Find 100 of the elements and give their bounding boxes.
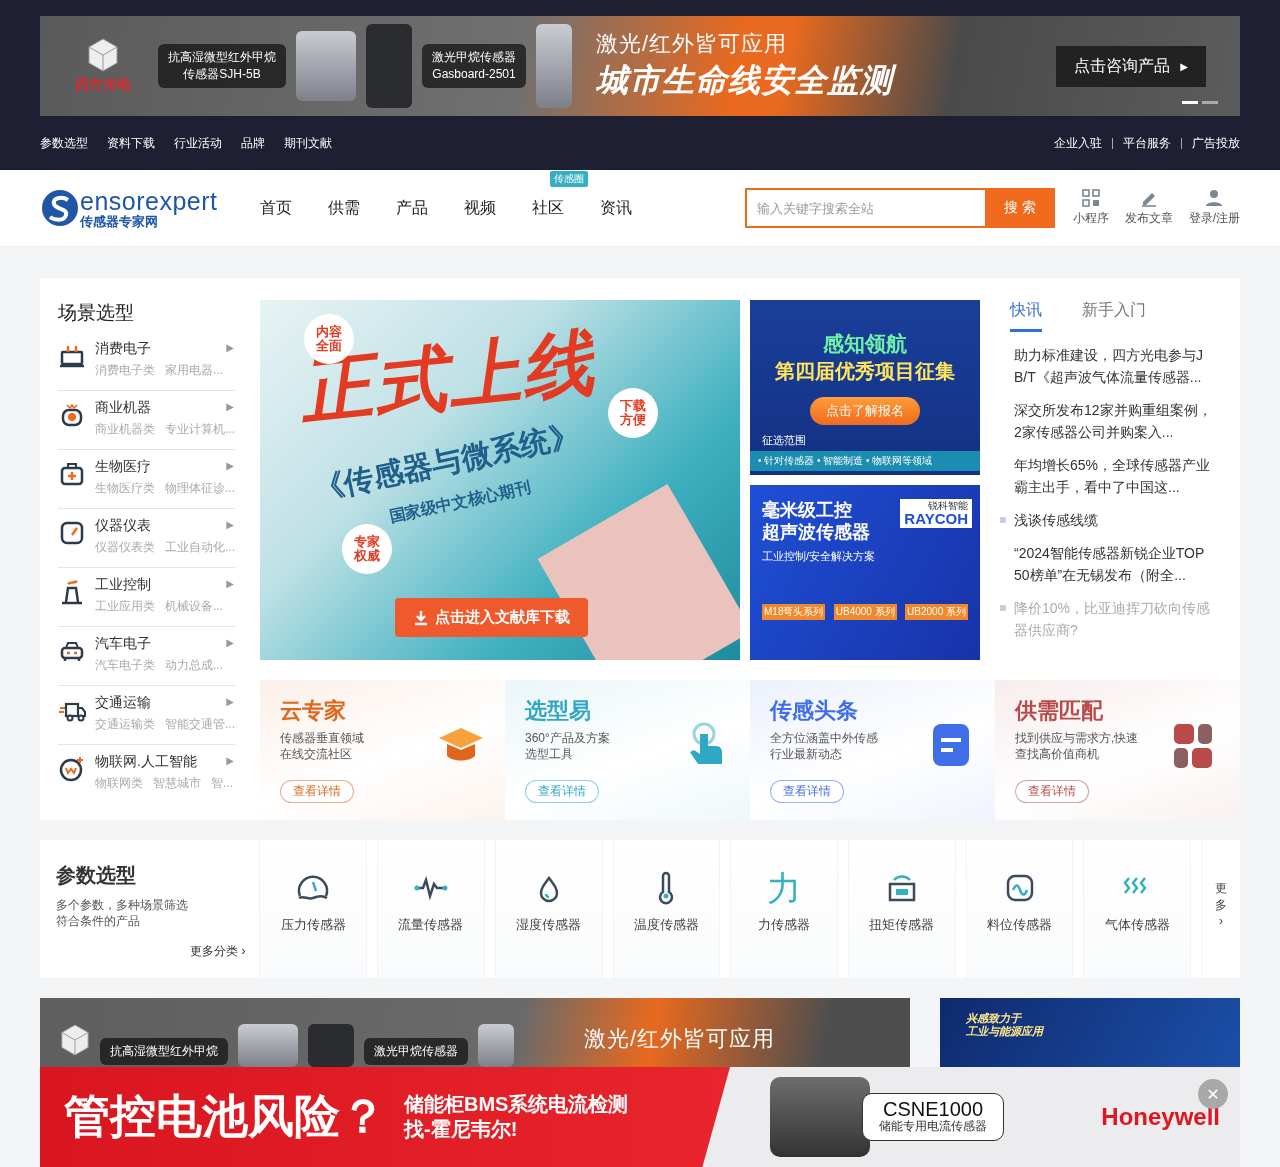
- sensor-category[interactable]: 料位传感器: [965, 840, 1074, 978]
- top-link[interactable]: 广告投放: [1181, 137, 1240, 149]
- product-label: 抗高湿微型红外甲烷 传感器SJH-5B: [158, 44, 286, 88]
- search-field[interactable]: 输入关键字搜索全站: [744, 188, 985, 228]
- banner-headline: 激光/红外皆可应用: [596, 30, 789, 58]
- news-link[interactable]: 年均增长65%，全球传感器产业霸主出手，看中了中国这...: [1014, 454, 1212, 498]
- nav-link[interactable]: 首页: [259, 198, 292, 216]
- news-tab[interactable]: 新手入门: [1082, 300, 1146, 332]
- card-description: 全方位涵盖中外传感 行业最新动态: [770, 730, 878, 762]
- logo-subtitle: 传感器专家网: [80, 214, 158, 228]
- sensor-category[interactable]: 力 力传感器: [730, 840, 838, 978]
- ad-banner[interactable]: 抗高湿微型红外甲烷 激光甲烷传感器 激光/红外皆可应用: [40, 998, 910, 1067]
- section-title: 场景选型: [58, 301, 135, 325]
- ad-banner[interactable]: 兴感致力于 工业与能源应用: [940, 998, 1240, 1067]
- ad-caption: • 针对传感器 • 智能制造 • 物联网等领域: [750, 451, 980, 471]
- ad-banner[interactable]: 四方光电 抗高湿微型红外甲烷 传感器SJH-5B 激光甲烷传感器 Gasboard-2501 激光/红外皆可应用 城市生命线安全监测 点击咨询产品 ▶: [40, 16, 1240, 116]
- sensor-category[interactable]: 温度传感器: [612, 840, 721, 978]
- scene-item[interactable]: 仪器仪表 仪器仪表类 工业自动化... ▶: [58, 509, 236, 568]
- service-card[interactable]: 传感头条 全方位涵盖中外传感 行业最新动态 查看详情: [750, 680, 995, 820]
- nav-badge: 传感圈: [549, 170, 588, 187]
- card-description: 找到供应与需求方,快速 查找高价值商机: [1015, 730, 1139, 762]
- nav-link[interactable]: 视频: [463, 198, 496, 216]
- feature-badge: 下载方便: [608, 388, 658, 438]
- news-link[interactable]: 浅谈传感线缆: [1014, 509, 1212, 531]
- product-label: 激光甲烷传感器 Gasboard-2501: [422, 44, 526, 88]
- top-link[interactable]: 资料下载: [107, 134, 155, 152]
- gauge-icon: [58, 519, 86, 547]
- scene-item[interactable]: 消费电子 消费电子类 家用电器... ▶: [58, 332, 236, 391]
- medkit-icon: [58, 460, 86, 488]
- more-link[interactable]: 更多 ›: [1201, 840, 1240, 978]
- ad-label: 征选范围: [762, 433, 806, 448]
- news-link[interactable]: “2024智能传感器新锐企业TOP50榜单”在无锡发布（附全...: [1014, 542, 1212, 586]
- sensor-category[interactable]: 气体传感器: [1083, 840, 1192, 978]
- series-label: M18弯头系列: [762, 604, 826, 620]
- top-link[interactable]: 平台服务: [1112, 137, 1181, 149]
- card-description: 传感器垂直领域 在线交流社区: [280, 730, 364, 762]
- sensor-category[interactable]: 压力传感器: [259, 840, 368, 978]
- toolbar-link[interactable]: 小程序: [1072, 210, 1109, 227]
- scene-item[interactable]: 物联网.人工智能 物联网类 智慧城市 智... ▶: [58, 745, 236, 804]
- product-photo: [296, 31, 356, 101]
- service-card[interactable]: 供需匹配 找到供应与需求方,快速 查找高价值商机 查看详情: [995, 680, 1240, 820]
- product-photo: [238, 1024, 298, 1067]
- sensor-category[interactable]: 扭矩传感器: [847, 840, 956, 978]
- nav-link[interactable]: 社区: [531, 198, 564, 216]
- brand-logo: 锐科智能 RAYCOH: [900, 499, 972, 528]
- ai-icon: [58, 755, 86, 783]
- product-label: 抗高湿微型红外甲烷: [100, 1038, 228, 1065]
- news-link[interactable]: 深交所发布12家并购重组案例，2家传感器公司并购案入...: [1014, 399, 1212, 443]
- top-link[interactable]: 参数选型: [40, 134, 88, 152]
- qr-code-icon[interactable]: [1081, 189, 1100, 207]
- card-title: 云专家: [280, 697, 346, 725]
- sensor-category[interactable]: 湿度传感器: [494, 840, 603, 978]
- ad-subtitle: 工业控制/安全解决方案: [762, 549, 877, 564]
- scene-item[interactable]: 生物医疗 生物医疗类 物理体征诊... ▶: [58, 450, 236, 509]
- card-title: 选型易: [525, 697, 591, 725]
- card-title: 供需匹配: [1015, 697, 1103, 725]
- top-link[interactable]: 品牌: [241, 134, 265, 152]
- cube-icon: [60, 1024, 90, 1056]
- news-tab[interactable]: 快讯: [1010, 300, 1042, 332]
- nav-link[interactable]: 产品: [395, 198, 428, 216]
- service-card[interactable]: 云专家 传感器垂直领域 在线交流社区 查看详情: [260, 680, 505, 820]
- top-link[interactable]: 企业入驻: [1044, 137, 1112, 149]
- feature-badge: 专家权威: [342, 524, 392, 574]
- logo-text: ensorexpert: [80, 188, 218, 214]
- more-categories-link[interactable]: 更多分类 ›: [190, 943, 246, 960]
- scene-item[interactable]: 工业控制 工业应用类 机械设备... ▶: [58, 568, 236, 627]
- details-button[interactable]: 查看详情: [1015, 780, 1089, 803]
- ad-banner[interactable]: 感知领航 第四届优秀项目征集 点击了解报名 征选范围 • 针对传感器 • 智能制造 • 物联网等领域: [750, 300, 980, 475]
- ad-title: 感知领航: [823, 331, 907, 357]
- ad-banner[interactable]: 毫米级工控 超声波传感器 工业控制/安全解决方案 锐科智能 RAYCOH M18弯头系列 UB4000 系列 UB2000 系列: [750, 485, 980, 660]
- user-icon[interactable]: [1205, 189, 1224, 207]
- banner-headline: 激光/红外皆可应用: [584, 1025, 776, 1053]
- force-glyph-icon: 力: [767, 870, 802, 906]
- download-icon: [413, 609, 429, 626]
- scene-item[interactable]: 商业机器 商业机器类 专业计算机... ▶: [58, 391, 236, 450]
- news-link[interactable]: 助力标准建设，四方光电参与JB/T《超声波气体流量传感器...: [1014, 344, 1212, 388]
- model-label: CSNE1000 储能专用电流传感器: [862, 1093, 1004, 1141]
- section-description: 多个参数，多种场景筛选 符合条件的产品: [56, 897, 189, 929]
- service-card[interactable]: 选型易 360°产品及方案 选型工具 查看详情: [505, 680, 750, 820]
- details-button[interactable]: 查看详情: [280, 780, 354, 803]
- top-link[interactable]: 行业活动: [174, 134, 222, 152]
- ad-subtitle: 第四届优秀项目征集: [775, 359, 955, 384]
- consult-button[interactable]: 点击咨询产品 ▶: [1056, 45, 1206, 87]
- scene-item[interactable]: 汽车电子 汽车电子类 动力总成... ▶: [58, 627, 236, 686]
- scene-item[interactable]: 交通运输 交通运输类 智能交通管... ▶: [58, 686, 236, 745]
- sensor-category[interactable]: 流量传感器: [377, 840, 485, 978]
- cube-icon: [87, 38, 119, 72]
- toolbar-link[interactable]: 发布文章: [1124, 210, 1173, 227]
- nav-link[interactable]: 资讯: [599, 198, 632, 216]
- top-link[interactable]: 期刊文献: [284, 134, 332, 152]
- brand-name: 四方光电: [75, 76, 131, 94]
- series-label: UB2000 系列: [905, 604, 968, 620]
- ad-title: 兴感致力于 工业与能源应用: [966, 1012, 1045, 1038]
- product-photo: [308, 1024, 354, 1067]
- product-photo: [478, 1024, 514, 1067]
- ad-headline: 管控电池风险？: [64, 1089, 386, 1144]
- details-button[interactable]: 查看详情: [770, 780, 844, 803]
- series-label: UB4000 系列: [833, 604, 897, 620]
- toolbar-link[interactable]: 登录/注册: [1188, 210, 1240, 227]
- nav-link[interactable]: 供需: [327, 198, 360, 216]
